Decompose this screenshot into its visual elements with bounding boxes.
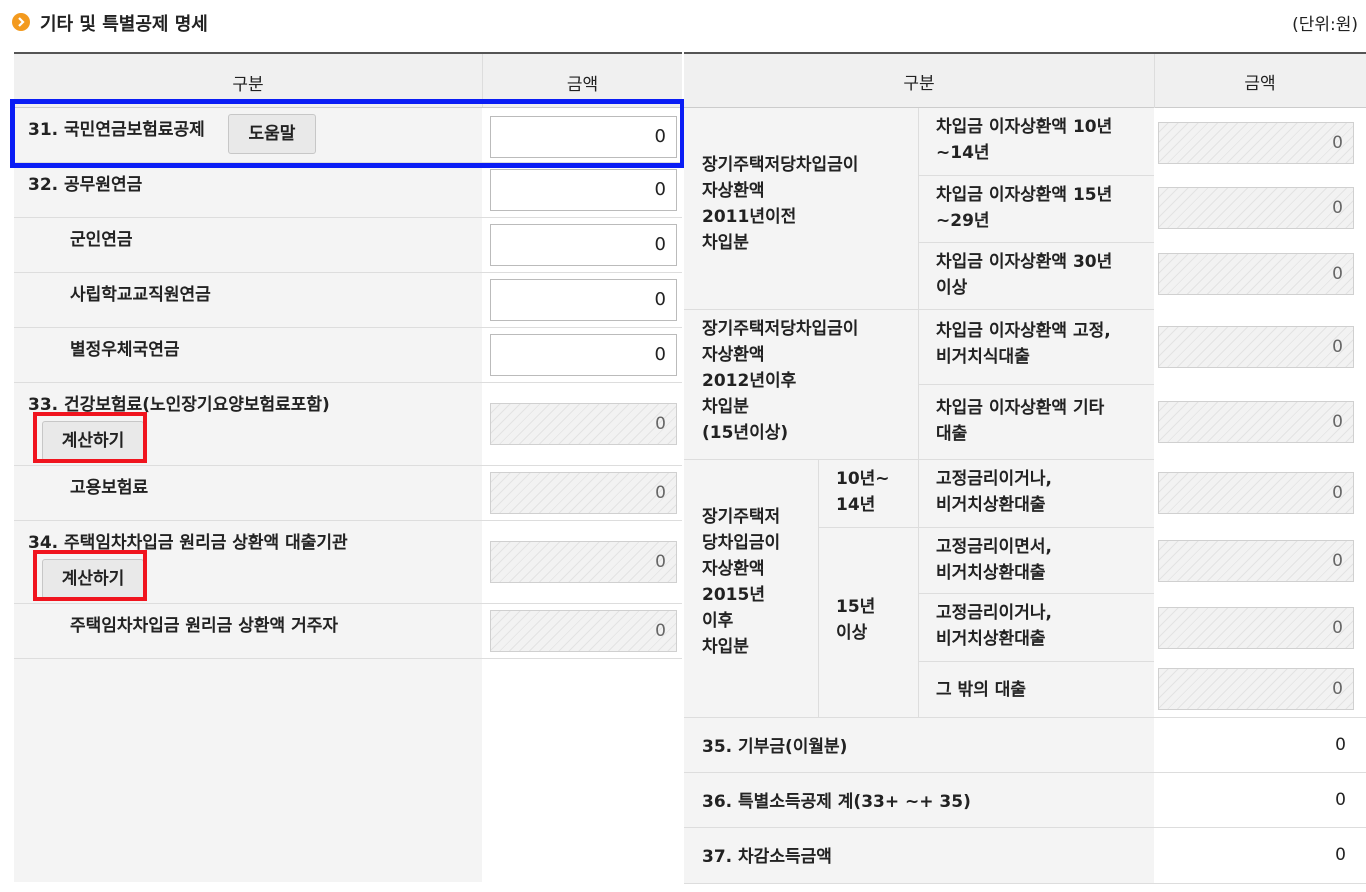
table-row: 36. 특별소득공제 계(33+ ~+ 35) 0 bbox=[684, 773, 1366, 828]
loan-interest-value: 0 bbox=[1158, 253, 1354, 295]
sub-group-label: 15년 이상 bbox=[836, 597, 876, 643]
table-row: 고정금리이면서, 비거치상환대출 bbox=[918, 528, 1154, 594]
military-pension-input[interactable]: 0 bbox=[490, 224, 677, 266]
table-row: 고용보험료 0 bbox=[14, 466, 682, 521]
section-header: 기타 및 특별공제 명세 (단위:원) bbox=[12, 8, 1358, 38]
health-insurance-value: 0 bbox=[490, 403, 677, 445]
row-label: 차입금 이자상환액 15년 ~29년 bbox=[936, 185, 1113, 231]
table-row: 차입금 이자상환액 30년 이상 bbox=[918, 243, 1154, 310]
right-deduction-table: 구분 금액 장기주택저당차입금이 자상환액 2011년이전 차입분 차입금 이자… bbox=[684, 52, 1366, 884]
row-label: 차입금 이자상환액 기타 대출 bbox=[936, 398, 1105, 444]
sub-group-10-14: 10년~ 14년 bbox=[818, 460, 918, 528]
sub-group-label: 10년~ 14년 bbox=[836, 469, 890, 515]
group-2012-after: 장기주택저당차입금이 자상환액 2012년이후 차입분 (15년이상) bbox=[684, 310, 918, 460]
row-label: 고정금리이거나, 비거치상환대출 bbox=[936, 469, 1052, 515]
table-row: 별정우체국연금 0 bbox=[14, 328, 682, 383]
post-office-pension-input[interactable]: 0 bbox=[490, 334, 677, 376]
row-label: 32. 공무원연금 bbox=[28, 175, 143, 195]
table-row: 주택임차차입금 원리금 상환액 거주자 0 bbox=[14, 604, 682, 659]
donation-carryover-value: 0 bbox=[1154, 718, 1366, 772]
table-row: 군인연금 0 bbox=[14, 218, 682, 273]
table-row: 차입금 이자상환액 10년 ~14년 bbox=[918, 108, 1154, 176]
special-deduction-total-value: 0 bbox=[1154, 773, 1366, 827]
group-label: 장기주택저당차입금이 자상환액 2012년이후 차입분 (15년이상) bbox=[702, 319, 859, 443]
right-head-amount: 금액 bbox=[1244, 74, 1276, 94]
unit-label: (단위:원) bbox=[1292, 15, 1358, 35]
row-label: 그 밖의 대출 bbox=[936, 680, 1027, 700]
row-label: 주택임차차입금 원리금 상환액 거주자 bbox=[70, 616, 338, 636]
loan-interest-value: 0 bbox=[1158, 401, 1354, 443]
loan-interest-value: 0 bbox=[1158, 472, 1354, 514]
loan-interest-value: 0 bbox=[1158, 122, 1354, 164]
employment-insurance-value: 0 bbox=[490, 472, 677, 514]
table-row: 차입금 이자상환액 기타 대출 bbox=[918, 385, 1154, 460]
sub-group-15-plus: 15년 이상 bbox=[818, 528, 918, 718]
highlight-box-red bbox=[33, 550, 147, 601]
group-2011-before: 장기주택저당차입금이 자상환액 2011년이전 차입분 bbox=[684, 108, 918, 310]
net-income-value: 0 bbox=[1154, 828, 1366, 883]
group-label: 장기주택저 당차입금이 자상환액 2015년 이후 차입분 bbox=[702, 507, 781, 657]
row-label: 35. 기부금(이월분) bbox=[702, 737, 848, 757]
left-deduction-table: 구분 금액 31. 국민연금보험료공제 도움말 0 32. 공무원연금 0 군인… bbox=[14, 52, 682, 882]
highlight-box-red bbox=[33, 412, 147, 463]
row-label: 차입금 이자상환액 고정, 비거치식대출 bbox=[936, 321, 1111, 367]
housing-loan-lender-value: 0 bbox=[490, 541, 677, 583]
table-row: 그 밖의 대출 bbox=[918, 662, 1154, 718]
row-label: 차입금 이자상환액 10년 ~14년 bbox=[936, 117, 1113, 163]
row-label: 36. 특별소득공제 계(33+ ~+ 35) bbox=[702, 792, 971, 812]
table-row: 고정금리이거나, 비거치상환대출 bbox=[918, 594, 1154, 662]
group-label: 장기주택저당차입금이 자상환액 2011년이전 차입분 bbox=[702, 155, 859, 253]
row-label: 37. 차감소득금액 bbox=[702, 847, 832, 867]
table-row: 차입금 이자상환액 15년 ~29년 bbox=[918, 176, 1154, 243]
private-school-pension-input[interactable]: 0 bbox=[490, 279, 677, 321]
row-label: 차입금 이자상환액 30년 이상 bbox=[936, 252, 1113, 298]
loan-interest-value: 0 bbox=[1158, 187, 1354, 229]
civil-servant-pension-input[interactable]: 0 bbox=[490, 169, 677, 211]
loan-interest-value: 0 bbox=[1158, 668, 1354, 710]
row-label: 고정금리이면서, 비거치상환대출 bbox=[936, 537, 1052, 583]
row-label: 군인연금 bbox=[70, 230, 133, 250]
table-row: 37. 차감소득금액 0 bbox=[684, 828, 1366, 884]
section-title: 기타 및 특별공제 명세 bbox=[40, 14, 208, 35]
left-head-amount: 금액 bbox=[566, 75, 599, 95]
row-label: 별정우체국연금 bbox=[70, 340, 180, 360]
chevron-right-circle-icon bbox=[12, 13, 30, 31]
row-label: 고정금리이거나, 비거치상환대출 bbox=[936, 603, 1052, 649]
row-label: 고용보험료 bbox=[70, 478, 149, 498]
row-label: 사립학교교직원연금 bbox=[70, 285, 211, 305]
loan-interest-value: 0 bbox=[1158, 540, 1354, 582]
right-head-label: 구분 bbox=[903, 74, 935, 94]
loan-interest-value: 0 bbox=[1158, 607, 1354, 649]
table-row: 35. 기부금(이월분) 0 bbox=[684, 718, 1366, 773]
housing-loan-resident-value: 0 bbox=[490, 610, 677, 652]
table-row: 사립학교교직원연금 0 bbox=[14, 273, 682, 328]
table-row: 32. 공무원연금 0 bbox=[14, 163, 682, 218]
left-head-label: 구분 bbox=[232, 75, 264, 95]
table-row: 차입금 이자상환액 고정, 비거치식대출 bbox=[918, 310, 1154, 385]
loan-interest-value: 0 bbox=[1158, 326, 1354, 368]
table-row: 고정금리이거나, 비거치상환대출 bbox=[918, 460, 1154, 528]
right-table-header: 구분 금액 bbox=[684, 54, 1366, 108]
group-2015-after: 장기주택저 당차입금이 자상환액 2015년 이후 차입분 bbox=[684, 460, 818, 718]
highlight-box-blue bbox=[10, 99, 685, 168]
